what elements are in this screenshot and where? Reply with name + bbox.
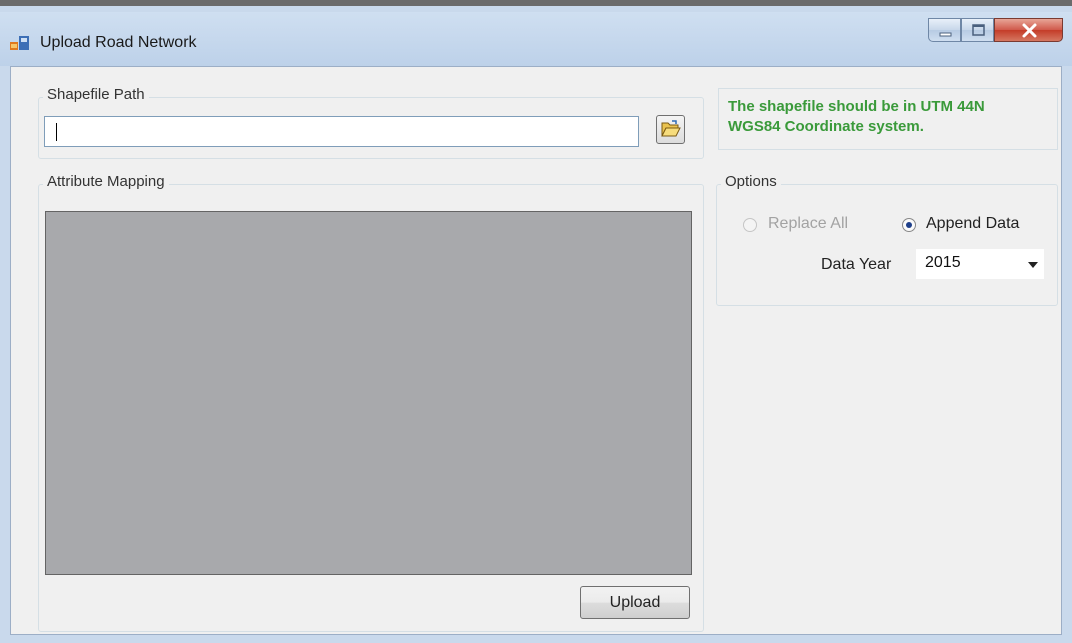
window-controls [928,18,1063,44]
browse-folder-button[interactable] [656,115,685,144]
options-label: Options [721,173,781,190]
upload-road-network-window: Upload Road Network Shapefile Path The s… [0,0,1072,643]
minimize-icon [939,32,952,37]
options-group: Options [716,173,1058,306]
open-folder-icon [661,120,681,137]
data-year-value: 2015 [925,254,961,271]
append-data-radio[interactable] [902,218,916,232]
chevron-down-icon [1028,262,1038,268]
data-year-label: Data Year [821,256,892,273]
window-title: Upload Road Network [40,34,197,51]
attribute-mapping-label: Attribute Mapping [43,173,169,190]
shapefile-path-input[interactable] [44,116,639,147]
replace-all-radio[interactable] [743,218,757,232]
append-data-label: Append Data [926,215,1020,232]
minimize-button[interactable] [928,18,961,42]
app-icon [10,35,30,53]
text-caret [56,123,57,141]
replace-all-label: Replace All [768,215,849,232]
close-icon [1022,23,1037,38]
close-button[interactable] [994,18,1063,42]
title-bar[interactable]: Upload Road Network [0,12,1072,66]
attribute-mapping-grid[interactable] [45,211,692,575]
maximize-button[interactable] [961,18,994,42]
upload-button[interactable]: Upload [580,586,690,619]
data-year-select[interactable]: 2015 [916,249,1044,279]
window-bottom-border [0,635,1072,643]
shapefile-path-label: Shapefile Path [43,86,149,103]
maximize-icon [972,24,985,36]
coordinate-info-text: The shapefile should be in UTM 44N WGS84… [728,98,985,135]
